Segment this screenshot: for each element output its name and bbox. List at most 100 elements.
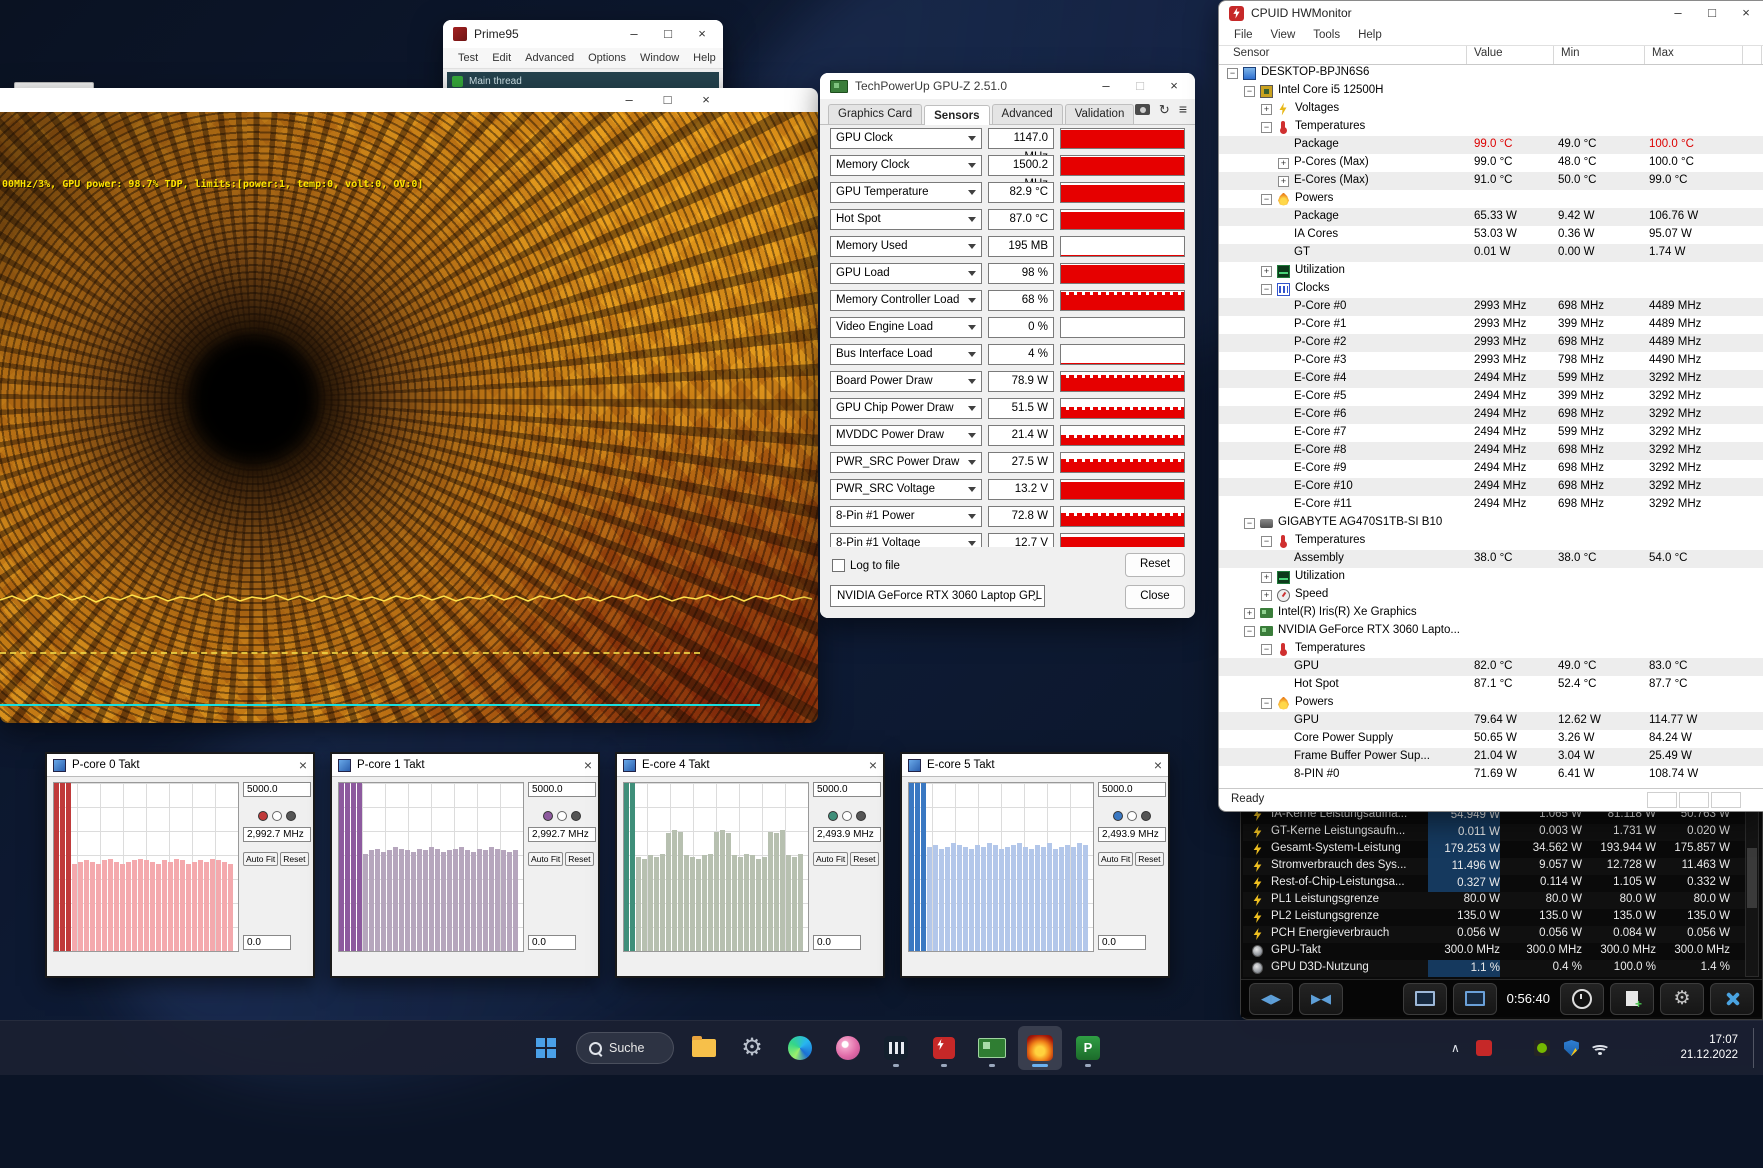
radio-icon[interactable] <box>557 811 567 821</box>
tray-chevron-icon[interactable]: ∧ <box>1442 1028 1468 1068</box>
tree-row[interactable]: Hot Spot 87.1 °C 52.4 °C 87.7 °C <box>1219 676 1763 694</box>
reset-button[interactable]: Reset <box>280 852 309 866</box>
hwinfo-row[interactable]: GPU D3D-Nutzung 1.1 % 0.4 % 100.0 % 1.4 % <box>1243 960 1748 977</box>
taskbar-app-gpuz[interactable] <box>970 1026 1014 1070</box>
expand-icon[interactable]: + <box>1261 265 1272 277</box>
tree-row[interactable]: E-Core #8 2494 MHz 698 MHz 3292 MHz <box>1219 442 1763 460</box>
screenshot-icon[interactable] <box>1134 104 1150 115</box>
tree-row[interactable]: − Temperatures <box>1219 118 1763 136</box>
tab-graphics-card[interactable]: Graphics Card <box>828 104 923 124</box>
search-pill[interactable]: Suche <box>576 1032 674 1064</box>
settings-gear-button[interactable]: ⚙ <box>1660 982 1704 1015</box>
tree-row[interactable]: Package 65.33 W 9.42 W 106.76 W <box>1219 208 1763 226</box>
core-clock-titlebar[interactable]: P-core 0 Takt × <box>47 754 313 777</box>
close-icon[interactable]: × <box>1157 74 1191 98</box>
taskbar-app-furmark[interactable] <box>1018 1026 1062 1070</box>
sensor-select[interactable]: GPU Load <box>830 263 982 284</box>
tree-row[interactable]: IA Cores 53.03 W 0.36 W 95.07 W <box>1219 226 1763 244</box>
menu-item-options[interactable]: Options <box>581 52 633 64</box>
tab-validation[interactable]: Validation <box>1064 104 1135 124</box>
close-button[interactable]: Close <box>1125 585 1185 609</box>
radio-icon[interactable] <box>842 811 852 821</box>
taskbar-app-settings[interactable]: ⚙ <box>730 1026 774 1070</box>
start-button[interactable] <box>524 1026 568 1070</box>
hwinfo-row[interactable]: Gesamt-System-Leistung 179.253 W 34.562 W 1… <box>1243 841 1748 858</box>
sensor-select[interactable]: GPU Clock <box>830 128 982 149</box>
auto-fit-button[interactable]: Auto Fit <box>1098 852 1134 866</box>
hwinfo-row[interactable]: PL1 Leistungsgrenze 80.0 W 80.0 W 80.0 W 80.… <box>1243 892 1748 909</box>
tree-row[interactable]: − GIGABYTE AG470S1TB-SI B10 <box>1219 514 1763 532</box>
radio-icon[interactable] <box>1127 811 1137 821</box>
taskbar-app-explorer[interactable] <box>682 1026 726 1070</box>
menu-item-help[interactable]: Help <box>686 52 723 64</box>
tree-row[interactable]: P-Core #2 2993 MHz 698 MHz 4489 MHz <box>1219 334 1763 352</box>
radio-selected-icon[interactable] <box>543 811 553 821</box>
reset-button[interactable]: Reset <box>565 852 594 866</box>
expand-icon[interactable]: + <box>1261 589 1272 601</box>
hwinfo-row[interactable]: Stromverbrauch des Sys... 11.496 W 9.057 W… <box>1243 858 1748 875</box>
menu-item-help[interactable]: Help <box>1349 29 1391 41</box>
tree-row[interactable]: GPU 82.0 °C 49.0 °C 83.0 °C <box>1219 658 1763 676</box>
sensor-select[interactable]: GPU Chip Power Draw <box>830 398 982 419</box>
tree-row[interactable]: GPU 79.64 W 12.62 W 114.77 W <box>1219 712 1763 730</box>
expand-icon[interactable]: + <box>1244 607 1255 619</box>
tree-row[interactable]: − NVIDIA GeForce RTX 3060 Lapto... <box>1219 622 1763 640</box>
close-icon[interactable]: × <box>869 758 877 772</box>
tray-shield-icon[interactable] <box>1558 1028 1584 1068</box>
taskbar-app-hwmonitor[interactable] <box>922 1026 966 1070</box>
tree-row[interactable]: + Speed <box>1219 586 1763 604</box>
minimize-icon[interactable]: – <box>1661 1 1695 25</box>
radio-selected-icon[interactable] <box>258 811 268 821</box>
tree-row[interactable]: 8-PIN #0 71.69 W 6.41 W 108.74 W <box>1219 766 1763 784</box>
nav-arrows-button[interactable]: ◀▶ <box>1249 982 1293 1015</box>
scale-radio-group[interactable] <box>813 811 881 821</box>
taskbar-app-prime95[interactable]: P <box>1066 1026 1110 1070</box>
tree-row[interactable]: − DESKTOP-BPJN6S6 <box>1219 64 1763 82</box>
core-clock-titlebar[interactable]: E-core 4 Takt × <box>617 754 883 777</box>
hwmonitor-titlebar[interactable]: CPUID HWMonitor – □ × <box>1219 1 1763 25</box>
tree-row[interactable]: Package 99.0 °C 49.0 °C 100.0 °C <box>1219 136 1763 154</box>
tree-row[interactable]: E-Core #9 2494 MHz 698 MHz 3292 MHz <box>1219 460 1763 478</box>
hwinfo-row[interactable]: PCH Energieverbrauch 0.056 W 0.056 W 0.084 … <box>1243 926 1748 943</box>
tab-advanced[interactable]: Advanced <box>991 104 1063 124</box>
tree-row[interactable]: + P-Cores (Max) 99.0 °C 48.0 °C 100.0 °C <box>1219 154 1763 172</box>
taskbar-app-paint[interactable] <box>826 1026 870 1070</box>
tree-row[interactable]: − Temperatures <box>1219 640 1763 658</box>
menu-item-advanced[interactable]: Advanced <box>518 52 581 64</box>
monitor-search-button[interactable] <box>1402 982 1447 1015</box>
sensor-select[interactable]: Hot Spot <box>830 209 982 230</box>
remote-monitors-button[interactable] <box>1452 982 1497 1015</box>
minimize-icon[interactable]: – <box>617 22 651 46</box>
tree-row[interactable]: + Intel(R) Iris(R) Xe Graphics <box>1219 604 1763 622</box>
reset-button[interactable]: Reset <box>850 852 879 866</box>
tree-row[interactable]: − Temperatures <box>1219 532 1763 550</box>
collapse-icon[interactable]: − <box>1227 67 1238 79</box>
sensor-select[interactable]: Memory Controller Load <box>830 290 982 311</box>
menu-item-edit[interactable]: Edit <box>485 52 518 64</box>
close-icon[interactable]: × <box>689 88 723 112</box>
tree-row[interactable]: − Powers <box>1219 694 1763 712</box>
core-clock-titlebar[interactable]: P-core 1 Takt × <box>332 754 598 777</box>
tree-row[interactable]: Frame Buffer Power Sup... 21.04 W 3.04 W 25… <box>1219 748 1763 766</box>
report-button[interactable] <box>1610 982 1654 1015</box>
collapse-icon[interactable]: − <box>1244 85 1255 97</box>
clock-button[interactable] <box>1560 982 1604 1015</box>
column-max[interactable]: Max <box>1652 47 1674 59</box>
tray-wifi-icon[interactable] <box>1587 1028 1613 1068</box>
refresh-icon[interactable]: ↻ <box>1159 103 1170 116</box>
tree-row[interactable]: Assembly 38.0 °C 38.0 °C 54.0 °C <box>1219 550 1763 568</box>
column-value[interactable]: Value <box>1474 47 1503 59</box>
radio-icon[interactable] <box>856 811 866 821</box>
column-min[interactable]: Min <box>1561 47 1580 59</box>
radio-selected-icon[interactable] <box>828 811 838 821</box>
menu-item-view[interactable]: View <box>1262 29 1305 41</box>
expand-icon[interactable]: + <box>1278 175 1289 187</box>
collapse-icon[interactable]: − <box>1261 193 1272 205</box>
collapse-icon[interactable]: − <box>1261 697 1272 709</box>
column-sensor[interactable]: Sensor <box>1233 47 1269 59</box>
sensor-select[interactable]: Video Engine Load <box>830 317 982 338</box>
furmark-titlebar[interactable]: – □ × <box>0 88 818 112</box>
sensor-select[interactable]: 8-Pin #1 Power <box>830 506 982 527</box>
menu-item-file[interactable]: File <box>1225 29 1262 41</box>
expand-icon[interactable]: + <box>1261 103 1272 115</box>
